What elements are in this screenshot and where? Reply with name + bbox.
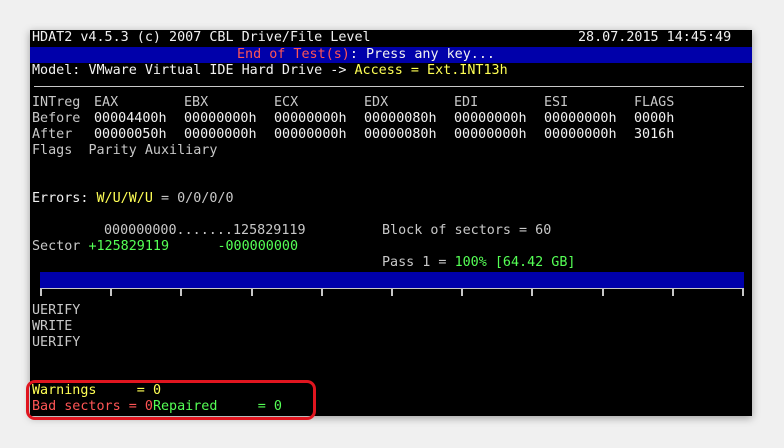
register-after-cell: 00000050h [94, 127, 167, 142]
summary-highlight-box [26, 380, 316, 420]
flags-label: Flags [32, 143, 73, 158]
errors-values: = 0/0/0/0 [161, 191, 234, 206]
scale-tick [742, 288, 744, 296]
register-after-cell: 00000000h [544, 127, 617, 142]
hdat2-console-screen: HDAT2 v4.5.3 (c) 2007 CBL Drive/File Lev… [30, 30, 752, 416]
log-line: UERIFY [32, 303, 81, 318]
scale-tick [40, 288, 42, 296]
register-header-cell: ESI [544, 95, 569, 110]
scale-tick [110, 288, 112, 296]
register-before-cell: 0000h [634, 111, 675, 126]
status-line: End of Test(s): Press any key... [237, 47, 495, 63]
register-after-cell: After [32, 127, 73, 142]
sector-label: Sector [32, 239, 81, 254]
status-label: End of Test(s) [237, 47, 350, 62]
progress-bar [40, 272, 744, 288]
errors-codes: W/U/W/U [96, 191, 153, 206]
register-header-cell: EBX [184, 95, 209, 110]
sector-minus: -000000000 [217, 239, 299, 254]
errors-label: Errors: [32, 191, 89, 206]
register-header-cell: ECX [274, 95, 299, 110]
scale-tick [321, 288, 323, 296]
register-header-cell: EAX [94, 95, 119, 110]
scale-tick [461, 288, 463, 296]
register-after-cell: 00000000h [184, 127, 257, 142]
progress-scale [40, 288, 744, 296]
block-of-sectors: Block of sectors = 60 [382, 223, 552, 238]
sector-line: Sector +125829119 -000000000 [32, 239, 298, 255]
scale-tick [391, 288, 393, 296]
register-before-cell: 00000000h [184, 111, 257, 126]
log-line: WRITE [32, 319, 73, 334]
register-before-cell: 00000080h [364, 111, 437, 126]
register-header-cell: EDI [454, 95, 479, 110]
register-header-cell: INTreg [32, 95, 81, 110]
register-header-cell: EDX [364, 95, 389, 110]
divider [34, 86, 744, 87]
register-before-cell: 00004400h [94, 111, 167, 126]
status-message: : Press any key... [349, 47, 495, 62]
sector-plus: +125829119 [88, 239, 170, 254]
sector-range: 000000000.......125829119 [104, 223, 306, 238]
errors-line: Errors: W/U/W/U = 0/0/0/0 [32, 191, 234, 207]
model-label: Model: [32, 63, 81, 78]
scale-tick [180, 288, 182, 296]
model-value: VMware Virtual IDE Hard Drive -> [88, 63, 347, 78]
flags-line: Flags Parity Auxiliary [32, 143, 217, 159]
register-after-cell: 00000000h [274, 127, 347, 142]
header-title: HDAT2 v4.5.3 (c) 2007 CBL Drive/File Lev… [32, 30, 371, 45]
scale-tick [251, 288, 253, 296]
scale-tick [531, 288, 533, 296]
register-after-cell: 3016h [634, 127, 675, 142]
register-after-cell: 00000080h [364, 127, 437, 142]
scale-tick [672, 288, 674, 296]
register-after-cell: 00000000h [454, 127, 527, 142]
pass-value: 100% [64.42 GB] [454, 255, 576, 270]
flags-value: Parity Auxiliary [88, 143, 218, 158]
scale-tick [602, 288, 604, 296]
log-line: UERIFY [32, 335, 81, 350]
register-before-cell: 00000000h [454, 111, 527, 126]
register-before-cell: Before [32, 111, 81, 126]
model-access: Access = Ext.INT13h [354, 63, 508, 78]
register-before-cell: 00000000h [544, 111, 617, 126]
header-datetime: 28.07.2015 14:45:49 [578, 30, 732, 45]
pass-label: Pass 1 = [382, 255, 447, 270]
register-header-cell: FLAGS [634, 95, 675, 110]
register-before-cell: 00000000h [274, 111, 347, 126]
pass-line: Pass 1 = 100% [64.42 GB] [382, 255, 576, 271]
model-line: Model: VMware Virtual IDE Hard Drive -> … [32, 63, 508, 79]
